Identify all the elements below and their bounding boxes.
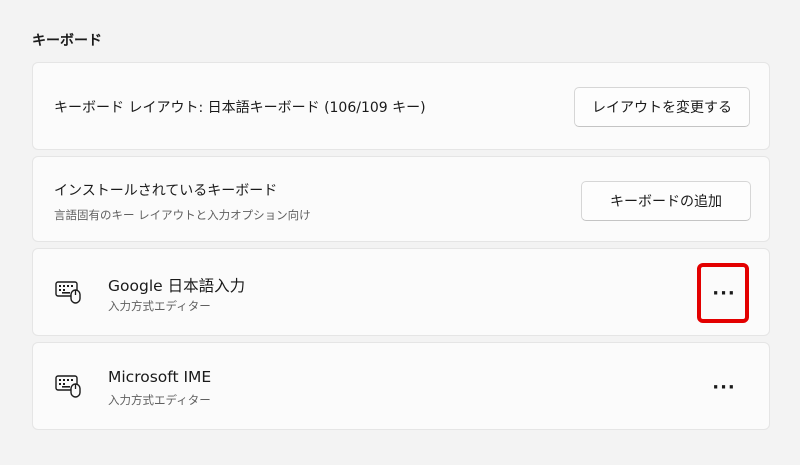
keyboard-item-name: Google 日本語入力 xyxy=(108,277,246,295)
more-options-button[interactable]: ··· xyxy=(701,267,747,321)
keyboard-mouse-icon xyxy=(55,374,83,398)
keyboard-item-name: Microsoft IME xyxy=(108,368,212,386)
add-keyboard-button[interactable]: キーボードの追加 xyxy=(581,181,751,221)
keyboard-item-type: 入力方式エディター xyxy=(108,299,211,313)
more-options-icon: ··· xyxy=(712,283,736,304)
more-options-button[interactable]: ··· xyxy=(701,361,747,415)
keyboard-item-google: Google 日本語入力 入力方式エディター ··· xyxy=(32,248,770,336)
installed-keyboards-card: インストールされているキーボード 言語固有のキー レイアウトと入力オプション向け… xyxy=(32,156,770,242)
keyboard-item-microsoft-ime: Microsoft IME 入力方式エディター ··· xyxy=(32,342,770,430)
installed-keyboards-label: インストールされているキーボード xyxy=(54,183,278,199)
section-title: キーボード xyxy=(32,33,102,49)
installed-keyboards-sublabel: 言語固有のキー レイアウトと入力オプション向け xyxy=(54,208,311,222)
change-layout-button[interactable]: レイアウトを変更する xyxy=(574,87,750,127)
keyboard-item-type: 入力方式エディター xyxy=(108,393,211,407)
keyboard-layout-card: キーボード レイアウト: 日本語キーボード (106/109 キー) レイアウト… xyxy=(32,62,770,150)
keyboard-layout-label: キーボード レイアウト: 日本語キーボード (106/109 キー) xyxy=(54,100,426,116)
keyboard-mouse-icon xyxy=(55,280,83,304)
more-options-icon: ··· xyxy=(712,377,736,398)
